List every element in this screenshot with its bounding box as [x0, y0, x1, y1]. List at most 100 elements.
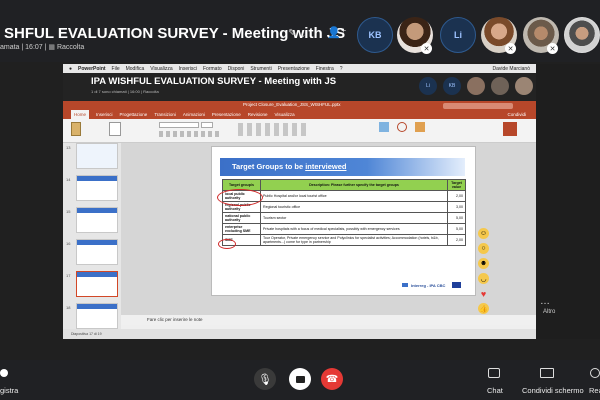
new-slide-icon[interactable] [109, 122, 121, 136]
chevron-down-icon[interactable]: ⌄ [300, 31, 306, 39]
logo-mark-icon [402, 283, 408, 287]
table-cell-value: 5,00 [447, 223, 466, 235]
participant-tile-li[interactable]: Li [440, 17, 476, 53]
menubar-user: Davide Marcianò [492, 65, 530, 72]
notes-pane[interactable]: Fare clic per inserire le note [121, 315, 536, 325]
menubar-item[interactable]: Disponi [228, 66, 245, 72]
tab-visualizza[interactable]: Visualizza [274, 112, 294, 117]
participant-initials: KB [368, 30, 382, 40]
thumb-number: 13 [66, 145, 71, 150]
slide-thumbnail[interactable] [76, 175, 118, 201]
menubar-item[interactable]: Modifica [126, 66, 145, 72]
tab-animazioni[interactable]: Animazioni [183, 112, 205, 117]
reactions-icon[interactable] [590, 368, 600, 378]
table-cell-desc: Tourism sector [260, 212, 448, 224]
format-buttons[interactable] [159, 131, 219, 137]
more-label[interactable]: Altro [543, 309, 555, 315]
camera-button[interactable] [289, 368, 311, 390]
thumb-number: 17 [66, 273, 71, 278]
paste-icon[interactable] [71, 122, 81, 136]
thumbs-up-reaction-icon[interactable]: 👍 [478, 303, 489, 314]
paragraph-buttons[interactable] [238, 123, 308, 136]
arrange-icon[interactable] [415, 122, 425, 132]
reactions-label[interactable]: Rea [589, 386, 600, 395]
design-icon[interactable] [503, 122, 517, 136]
ppt-share-button[interactable]: Condividi [507, 112, 526, 117]
participant-tile-kb[interactable]: KB [357, 17, 393, 53]
record-label[interactable]: gistra [0, 386, 18, 395]
ppt-ribbon [63, 119, 536, 143]
surprised-reaction-icon[interactable]: ○ [478, 243, 489, 254]
participant-tile-photo-3[interactable]: ✕ [523, 17, 559, 54]
avatar [467, 77, 485, 95]
font-size-select[interactable] [201, 122, 213, 128]
mic-muted-icon: ✕ [505, 43, 516, 54]
tab-home[interactable]: Home [71, 110, 90, 119]
record-icon[interactable] [0, 369, 8, 377]
ppt-ribbon-tabs: Home Inserisci Progettazione Transizioni… [63, 110, 536, 119]
slide-title-underlined: interviewed [305, 162, 347, 171]
heart-reaction-icon[interactable]: ♥ [478, 288, 489, 299]
annotation-ellipse [218, 239, 236, 249]
mic-muted-icon: 🎙 [258, 373, 272, 386]
table-header: Target value [447, 179, 466, 191]
menubar-item[interactable]: Finestra [316, 66, 334, 72]
tab-transizioni[interactable]: Transizioni [154, 112, 176, 117]
table-row: national public authority Tourism sector… [222, 212, 466, 224]
mute-button[interactable]: 🎙 [254, 368, 276, 390]
tab-revisione[interactable]: Revisione [248, 112, 268, 117]
tab-inserisci[interactable]: Inserisci [96, 112, 113, 117]
participant-tile-photo-1[interactable]: ✕ [397, 17, 433, 54]
ppt-search-input[interactable] [443, 102, 513, 109]
slide-thumbnail[interactable] [76, 207, 118, 233]
annotation-ellipse [217, 189, 263, 206]
avatar [564, 17, 600, 53]
shapes-icon[interactable] [397, 122, 407, 132]
table-cell-value: 2,00 [447, 234, 466, 246]
laugh-reaction-icon[interactable]: ☺ [478, 228, 489, 239]
smile-reaction-icon[interactable]: ☻ [478, 258, 489, 269]
chat-icon[interactable] [488, 368, 500, 378]
call-subtitle-time: amata | 16:07 | [0, 44, 47, 51]
ppt-statusbar: Diapositiva 17 di 19 [63, 329, 536, 339]
share-screen-label[interactable]: Condividi schermo [522, 386, 584, 395]
apple-icon: ● [69, 65, 73, 72]
chat-label[interactable]: Chat [487, 386, 503, 395]
slide-canvas[interactable]: Target Groups to be interviewed Target g… [211, 146, 476, 296]
hangup-button[interactable]: ☎ [321, 368, 343, 390]
slide-thumbnail[interactable] [76, 239, 118, 265]
participant-tile-photo-4[interactable] [564, 17, 600, 53]
menubar-item[interactable]: PowerPoint [78, 66, 106, 72]
slide-thumbnail-selected[interactable] [76, 271, 118, 297]
font-family-select[interactable] [159, 122, 199, 128]
inner-call-title: IPA WISHFUL EVALUATION SURVEY - Meeting … [91, 76, 337, 87]
slide-thumbnail[interactable] [76, 303, 118, 329]
share-screen-icon[interactable] [540, 368, 554, 378]
slide-title: Target Groups to be interviewed [232, 162, 346, 171]
thumb-number: 16 [66, 241, 71, 246]
sad-reaction-icon[interactable]: ◡ [478, 273, 489, 284]
tab-progettazione[interactable]: Progettazione [120, 112, 148, 117]
add-participant-icon[interactable]: 👤⁺ [327, 26, 347, 39]
menubar-item[interactable]: Presentazione [278, 66, 310, 72]
tab-presentazione[interactable]: Presentazione [212, 112, 241, 117]
thumb-number: 14 [66, 177, 71, 182]
more-menu-icon[interactable]: … [540, 296, 550, 307]
image-icon[interactable] [379, 122, 389, 132]
mic-muted-icon: ✕ [547, 43, 558, 54]
thumb-number: 15 [66, 209, 71, 214]
participant-tile-photo-2[interactable]: ✕ [481, 17, 517, 54]
menubar-item[interactable]: ? [340, 66, 343, 72]
menubar-item[interactable]: Visualizza [150, 66, 172, 72]
meeting-window: SHFUL EVALUATION SURVEY - Meeting with J… [0, 0, 600, 400]
slide-thumbnail[interactable] [76, 143, 118, 169]
menubar-item[interactable]: Formato [203, 66, 222, 72]
pencil-icon[interactable]: ✎ [288, 28, 296, 39]
shared-screen: ● PowerPoint File Modifica Visualizza In… [63, 64, 536, 339]
eu-flag-icon [452, 282, 462, 288]
menubar-item[interactable]: File [112, 66, 120, 72]
participant-initials: Li [454, 30, 462, 40]
menubar-item[interactable]: Strumenti [250, 66, 271, 72]
table-cell-desc: Public Hospital and/or local tourist off… [260, 190, 448, 202]
menubar-item[interactable]: Inserisci [179, 66, 197, 72]
